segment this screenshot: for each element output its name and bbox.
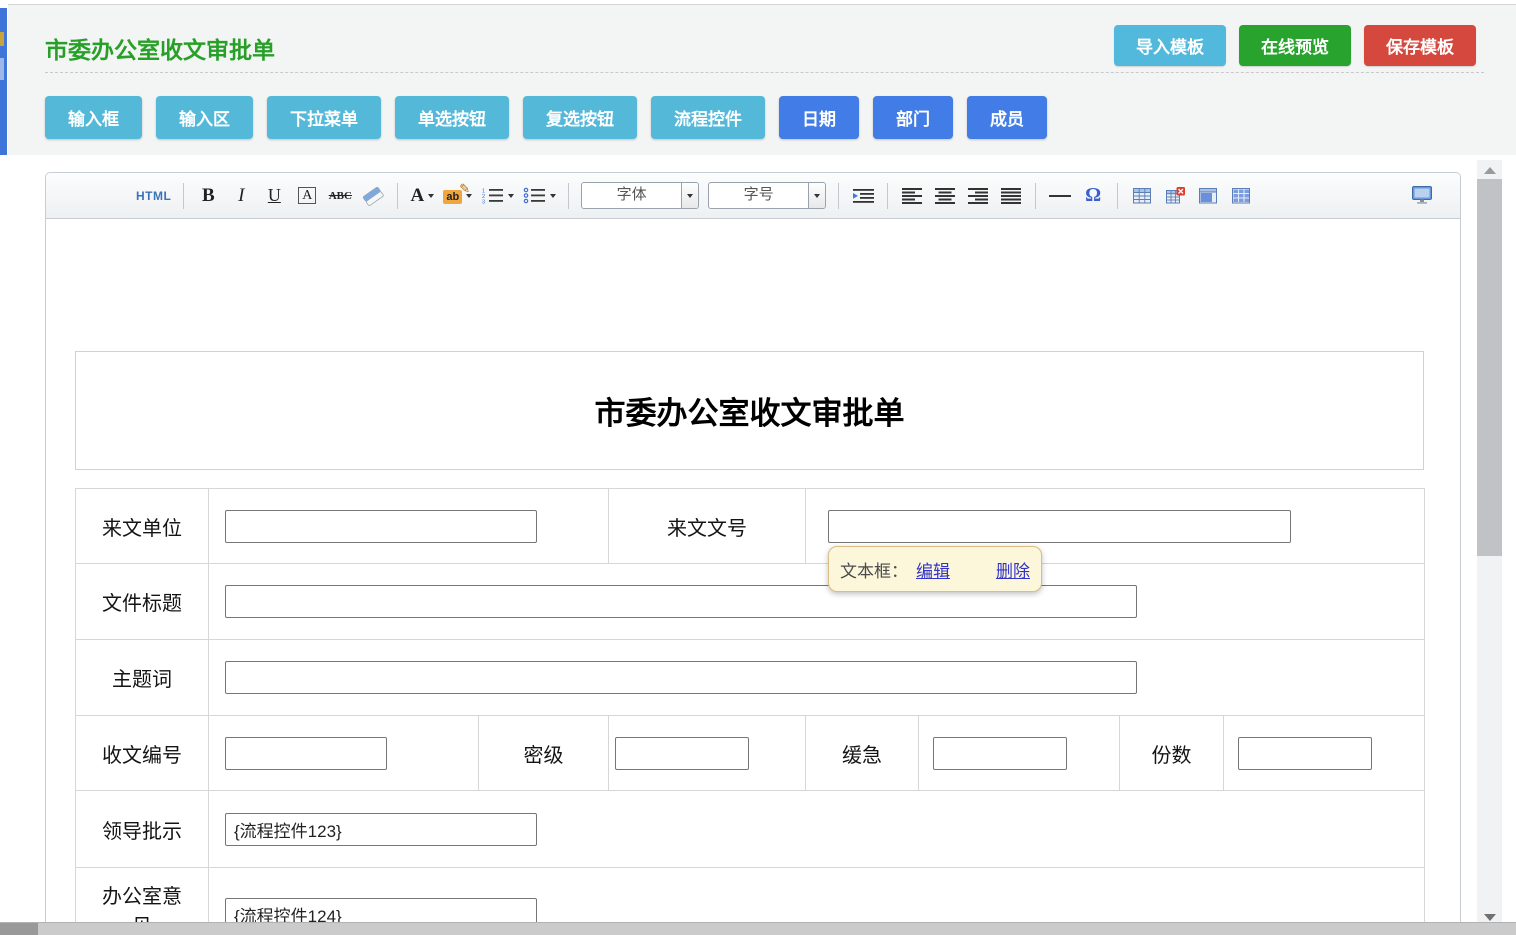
table-row: 收文编号 密级 缓急 份数: [76, 716, 1425, 791]
dashed-divider: [45, 72, 1484, 73]
secrecy-level-input[interactable]: [615, 737, 749, 770]
underline-icon[interactable]: U: [262, 182, 286, 210]
unordered-list-icon[interactable]: [523, 182, 556, 210]
chevron-down-icon[interactable]: [681, 183, 698, 208]
document-title: 市委办公室收文审批单: [595, 388, 905, 433]
char-border-icon[interactable]: A: [295, 182, 319, 210]
chevron-down-icon: [550, 194, 556, 198]
widget-member-button[interactable]: 成员: [967, 96, 1047, 139]
field-label-receipt-number: 收文编号: [76, 716, 209, 791]
field-label-subject-words: 主题词: [76, 640, 209, 716]
toolbar-separator: [838, 183, 839, 209]
field-label-urgency: 缓急: [806, 716, 919, 791]
widget-department-button[interactable]: 部门: [873, 96, 953, 139]
align-justify-icon[interactable]: [999, 182, 1023, 210]
leader-instructions-input[interactable]: [225, 813, 537, 846]
header-panel: 市委办公室收文审批单 导入模板 在线预览 保存模板 输入框 输入区 下拉菜单 单…: [8, 4, 1516, 155]
bold-icon[interactable]: B: [196, 182, 220, 210]
copies-count-input[interactable]: [1238, 737, 1372, 770]
pencil-icon: ✎: [459, 181, 470, 197]
widget-button-row: 输入框 输入区 下拉菜单 单选按钮 复选按钮 流程控件 日期 部门 成员: [45, 96, 1047, 139]
subject-words-input[interactable]: [225, 661, 1137, 694]
background-icon-fragment: [0, 58, 4, 80]
table-row: 领导批示: [76, 791, 1425, 868]
font-size-select[interactable]: 字号: [708, 182, 826, 209]
widget-input-box-button[interactable]: 输入框: [45, 96, 142, 139]
edit-link[interactable]: 编辑: [916, 557, 950, 582]
background-icon-fragment: [0, 32, 4, 46]
field-label-incoming-unit: 来文单位: [76, 489, 209, 564]
special-char-icon[interactable]: Ω: [1081, 182, 1105, 210]
widget-process-control-button[interactable]: 流程控件: [651, 96, 765, 139]
widget-radio-button[interactable]: 单选按钮: [395, 96, 509, 139]
toolbar-separator: [1117, 183, 1118, 209]
table-row: 主题词: [76, 640, 1425, 716]
insert-table-icon[interactable]: [1130, 182, 1154, 210]
align-center-icon[interactable]: [933, 182, 957, 210]
font-color-icon[interactable]: A: [410, 182, 434, 210]
online-preview-button[interactable]: 在线预览: [1239, 25, 1351, 66]
indent-icon[interactable]: [851, 182, 875, 210]
urgency-input[interactable]: [933, 737, 1067, 770]
widget-textarea-button[interactable]: 输入区: [156, 96, 253, 139]
background-window-sliver: [0, 8, 7, 155]
tooltip-title: 文本框：: [840, 557, 908, 582]
widget-date-button[interactable]: 日期: [779, 96, 859, 139]
ordered-list-icon[interactable]: 123: [481, 182, 514, 210]
table-cells-icon[interactable]: [1229, 182, 1253, 210]
widget-dropdown-button[interactable]: 下拉菜单: [267, 96, 381, 139]
widget-checkbox-button[interactable]: 复选按钮: [523, 96, 637, 139]
page-title: 市委办公室收文审批单: [45, 31, 275, 65]
receipt-number-input[interactable]: [225, 737, 387, 770]
highlight-color-icon[interactable]: ab✎: [443, 182, 472, 210]
vertical-scrollbar[interactable]: [1477, 160, 1502, 935]
table-row: 来文单位 来文文号: [76, 489, 1425, 564]
import-template-button[interactable]: 导入模板: [1114, 25, 1226, 66]
field-label-leader-instructions: 领导批示: [76, 791, 209, 868]
chevron-down-icon: [428, 194, 434, 198]
fullscreen-icon[interactable]: [1410, 182, 1434, 210]
svg-text:3: 3: [482, 200, 485, 205]
window-bottom-corner: [0, 923, 38, 935]
field-label-secrecy-level: 密级: [479, 716, 609, 791]
table-cell-icon[interactable]: [1196, 182, 1220, 210]
textbox-widget-tooltip: 文本框： 编辑 删除: [828, 546, 1042, 592]
save-template-button[interactable]: 保存模板: [1364, 25, 1476, 66]
toolbar-separator: [397, 183, 398, 209]
incoming-unit-input[interactable]: [225, 510, 537, 543]
toolbar-separator: [887, 183, 888, 209]
align-left-icon[interactable]: [900, 182, 924, 210]
font-family-select[interactable]: 字体: [581, 182, 699, 209]
html-source-icon[interactable]: HTML: [136, 182, 171, 210]
italic-icon[interactable]: I: [229, 182, 253, 210]
horizontal-rule-icon[interactable]: [1048, 182, 1072, 210]
window-bottom-edge: [0, 922, 1516, 935]
chevron-down-icon: [508, 194, 514, 198]
eraser-icon[interactable]: [361, 182, 385, 210]
delete-table-icon[interactable]: [1163, 182, 1187, 210]
table-row: 文件标题: [76, 564, 1425, 640]
rich-text-editor: HTML B I U A ABC A ab✎ 123 字体: [45, 172, 1461, 935]
toolbar-separator: [568, 183, 569, 209]
app-window: 市委办公室收文审批单 导入模板 在线预览 保存模板 输入框 输入区 下拉菜单 单…: [0, 0, 1516, 935]
scrollbar-thumb[interactable]: [1477, 179, 1502, 556]
strikethrough-icon[interactable]: ABC: [328, 182, 352, 210]
align-right-icon[interactable]: [966, 182, 990, 210]
form-table: 来文单位 来文文号 文件标题 主题词: [75, 488, 1425, 935]
header-actions: 导入模板 在线预览 保存模板: [1114, 25, 1476, 66]
scroll-up-arrow-icon[interactable]: [1477, 162, 1502, 178]
editor-toolbar: HTML B I U A ABC A ab✎ 123 字体: [46, 173, 1460, 219]
chevron-down-icon[interactable]: [808, 183, 825, 208]
document-title-box: 市委办公室收文审批单: [75, 351, 1424, 470]
field-label-incoming-doc-number: 来文文号: [609, 489, 806, 564]
field-label-copies-count: 份数: [1120, 716, 1224, 791]
delete-link[interactable]: 删除: [996, 557, 1030, 582]
field-label-document-title: 文件标题: [76, 564, 209, 640]
toolbar-separator: [183, 183, 184, 209]
toolbar-separator: [1035, 183, 1036, 209]
incoming-doc-number-input[interactable]: [828, 510, 1291, 543]
